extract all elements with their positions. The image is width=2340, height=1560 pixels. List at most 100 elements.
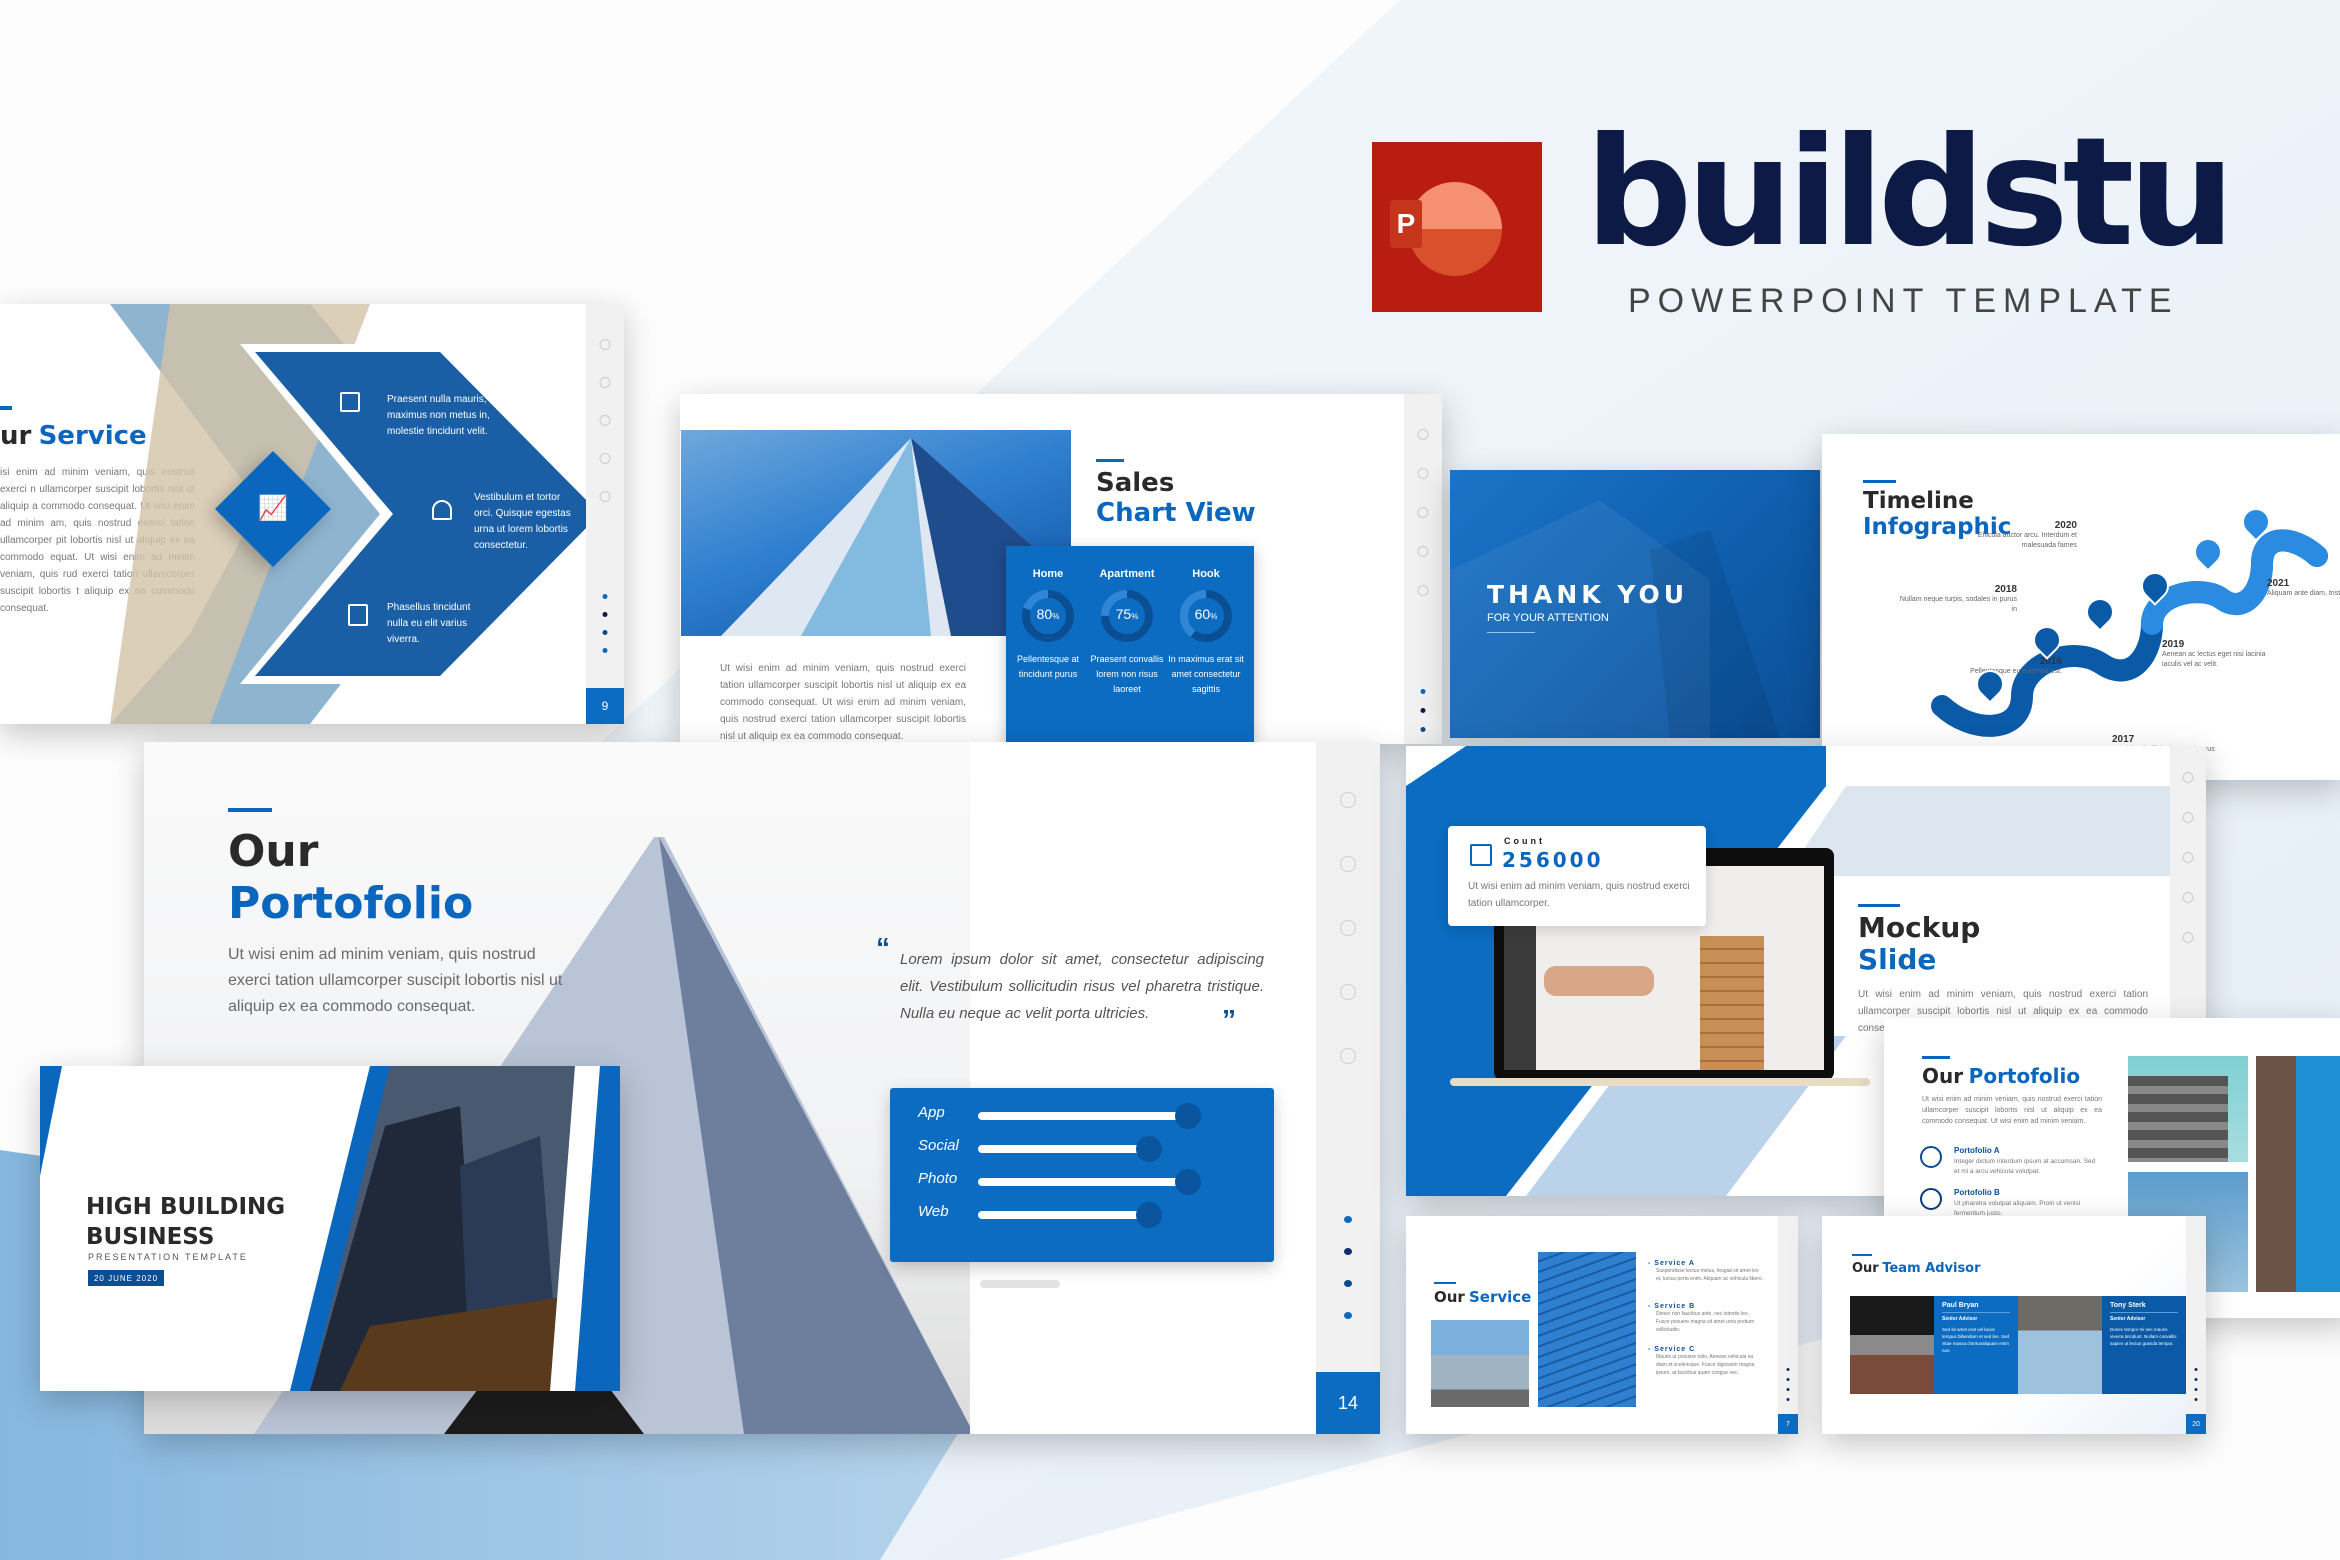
nav-dot[interactable] xyxy=(602,594,608,599)
instagram-icon[interactable] xyxy=(1417,429,1429,440)
building-icon xyxy=(1470,844,1492,866)
nav-dot[interactable] xyxy=(1344,1216,1352,1223)
gauge-caption: Praesent convallis lorem non risus laore… xyxy=(1090,654,1164,694)
building-photo-3 xyxy=(2256,1056,2340,1292)
slide-thank-you[interactable]: THANK YOU FOR YOUR ATTENTION xyxy=(1450,470,1820,738)
skill-bar[interactable] xyxy=(978,1178,1185,1186)
nav-dot[interactable] xyxy=(1344,1248,1352,1255)
slide-service-small[interactable]: Our Service - Service A Suspendisse lectu… xyxy=(1406,1216,1798,1434)
twitter-icon[interactable] xyxy=(1417,585,1429,596)
instagram-icon[interactable] xyxy=(1340,792,1356,808)
title-dark: Our xyxy=(1434,1288,1465,1306)
service-text: Donec non faucibus ante, nec lobortis le… xyxy=(1656,1311,1755,1333)
member-name: Tony Sterk xyxy=(2110,1302,2146,1309)
pinterest-icon[interactable] xyxy=(1340,920,1356,936)
count-label: Count xyxy=(1504,836,1545,846)
event-text: Aliquam ante diam, tristique. xyxy=(2267,590,2340,597)
title-dark: ur xyxy=(0,421,32,451)
pinterest-icon[interactable] xyxy=(2182,852,2194,863)
twitter-icon[interactable] xyxy=(1340,1048,1356,1064)
title-blue: Portofolio xyxy=(228,878,474,929)
member-role: Senior Advisor xyxy=(1942,1316,1978,1322)
nav-dot[interactable] xyxy=(1344,1280,1352,1287)
pinterest-icon[interactable] xyxy=(599,415,611,426)
slide-team[interactable]: Our Team Advisor Paul Bryan Senior Advis… xyxy=(1822,1216,2206,1434)
nav-dot[interactable] xyxy=(2194,1398,2198,1401)
service-text: Mauris ut posuere odio. Aenean vehicula … xyxy=(1656,1354,1755,1376)
nav-dot[interactable] xyxy=(2194,1368,2198,1371)
nav-dot[interactable] xyxy=(1420,689,1426,694)
cover-title-line1: HIGH BUILDING xyxy=(86,1194,286,1220)
title-dark: Our xyxy=(228,826,319,877)
team-member-card: Paul Bryan Senior Advisor Sed sit amet e… xyxy=(1934,1296,2018,1394)
instagram-icon[interactable] xyxy=(599,339,611,350)
powerpoint-letter: P xyxy=(1390,200,1422,248)
nav-dot[interactable] xyxy=(602,612,608,617)
nav-dot[interactable] xyxy=(1786,1378,1790,1381)
tumblr-icon[interactable] xyxy=(599,377,611,388)
service-item: - Service B Donec non faucibus ante, nec … xyxy=(1648,1303,1764,1334)
nav-dot[interactable] xyxy=(1344,1312,1352,1319)
page-number: 9 xyxy=(586,688,624,724)
nav-dot[interactable] xyxy=(1786,1368,1790,1371)
instagram-icon[interactable] xyxy=(2182,772,2194,783)
skill-slider-handle[interactable] xyxy=(1135,1202,1162,1228)
service-item: - Service C Mauris ut posuere odio. Aenea… xyxy=(1648,1346,1764,1377)
title-dark: Our xyxy=(1852,1261,1879,1276)
service-title: - Service B xyxy=(1648,1303,1696,1310)
nav-dot[interactable] xyxy=(2194,1388,2198,1391)
slide-rail: 7 xyxy=(1778,1216,1798,1434)
feature-text: Praesent nulla mauris, maximus non metus… xyxy=(387,394,490,437)
slide-cover[interactable]: HIGH BUILDING BUSINESS PRESENTATION TEMP… xyxy=(40,1066,620,1391)
slide-sales-chart[interactable]: Ut wisi enim ad minim veniam, quis nostr… xyxy=(680,394,1442,744)
service-item: - Service A Suspendisse lectus metus, feu… xyxy=(1648,1260,1764,1283)
nav-dot[interactable] xyxy=(1786,1398,1790,1401)
tumblr-icon[interactable] xyxy=(1417,468,1429,479)
slide-our-service[interactable]: ur Service isi enim ad minim veniam, qui… xyxy=(0,304,624,724)
tumblr-icon[interactable] xyxy=(2182,812,2194,823)
skill-bar[interactable] xyxy=(978,1145,1146,1153)
facebook-icon[interactable] xyxy=(1340,984,1356,1000)
portfolio-small-body: Ut wisi enim ad minim veniam, quis nostr… xyxy=(1922,1096,2102,1125)
member-role: Senior Advisor xyxy=(2110,1316,2146,1322)
nav-dot[interactable] xyxy=(602,648,608,653)
title-blue: Slide xyxy=(1858,943,1937,976)
team-member-photo xyxy=(1850,1296,1934,1394)
facebook-icon[interactable] xyxy=(2182,892,2194,903)
title-dark: Our xyxy=(1922,1064,1964,1088)
member-bio: Sed sit amet erat vel lacus tempus biben… xyxy=(1942,1327,2010,1353)
slide-timeline[interactable]: Timeline Infographic 2016 Pellentesque eu… xyxy=(1822,434,2340,780)
skill-slider-handle[interactable] xyxy=(1175,1169,1201,1195)
skill-slider-handle[interactable] xyxy=(1175,1103,1201,1129)
cover-subtitle: PRESENTATION TEMPLATE xyxy=(88,1252,248,1262)
twitter-icon[interactable] xyxy=(599,491,611,502)
tumblr-icon[interactable] xyxy=(1340,856,1356,872)
timeline-event: 2018 Nullam neque turpis, sodales in puru… xyxy=(1897,584,2017,615)
powerpoint-icon: P xyxy=(1372,142,1542,312)
facebook-icon[interactable] xyxy=(599,453,611,464)
skill-slider-handle[interactable] xyxy=(1135,1136,1162,1162)
pinterest-icon[interactable] xyxy=(1417,507,1429,518)
member-bio: Donec tempor mi nec mauris viverra tinci… xyxy=(2110,1327,2177,1346)
twitter-icon[interactable] xyxy=(2182,932,2194,943)
nav-dot[interactable] xyxy=(1420,708,1426,713)
feature-text: Vestibulum et tortor orci. Quisque egest… xyxy=(474,492,571,551)
nav-dot[interactable] xyxy=(1786,1388,1790,1391)
event-year: 2021 xyxy=(2267,578,2290,589)
nav-dot[interactable] xyxy=(602,630,608,635)
title-blue: Portofolio xyxy=(1968,1064,2081,1088)
skill-bar[interactable] xyxy=(978,1112,1185,1120)
nav-dot[interactable] xyxy=(2194,1378,2198,1381)
page-number: 7 xyxy=(1778,1414,1798,1434)
skill-label: Social xyxy=(918,1137,959,1154)
nav-dot[interactable] xyxy=(1420,727,1426,732)
divider xyxy=(1487,632,1535,633)
thank-you-subtitle: FOR YOUR ATTENTION xyxy=(1487,612,1609,624)
skill-label: App xyxy=(918,1104,945,1121)
team-member-photo xyxy=(2018,1296,2102,1394)
facebook-icon[interactable] xyxy=(1417,546,1429,557)
portfolio-a-icon xyxy=(1920,1146,1942,1168)
event-text: Ehicula auctor arcu. Interdum et malesua… xyxy=(1977,532,2077,549)
skill-bar[interactable] xyxy=(978,1211,1146,1219)
portfolio-a-text: Integer dictum interdum ipsum at accumsa… xyxy=(1954,1158,2096,1175)
